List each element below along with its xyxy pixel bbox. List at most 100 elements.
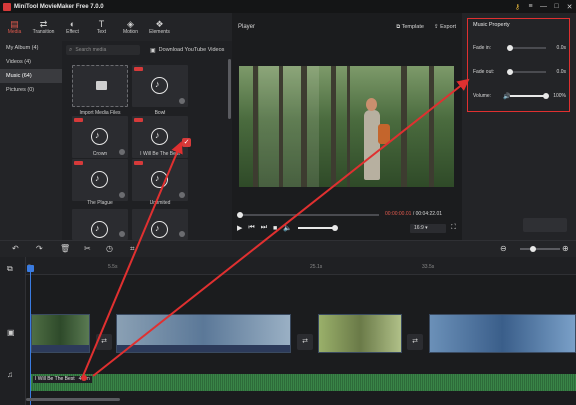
transition-slot[interactable]: ⇄ [96,334,112,350]
play-icon[interactable]: ▶ [237,224,242,232]
timeline-zoom-slider[interactable] [520,246,560,252]
import-media-card[interactable] [72,65,128,107]
download-youtube-label: Download YouTube Videos [158,47,225,53]
timeline-scrollbar[interactable] [26,398,120,401]
volume-icon[interactable]: 🔈 [283,224,292,232]
video-clip[interactable] [31,314,90,353]
menu-icon[interactable]: ≡ [524,3,537,10]
download-icon[interactable] [119,192,125,198]
music-clip-label: I Will Be The Best 4.4m [33,376,92,383]
tree-trunk [253,66,258,187]
music-disc-icon [151,77,168,94]
download-icon[interactable] [179,192,185,198]
media-category-nav: My Album (4) Videos (4) Music (64) Pictu… [0,41,62,240]
app-logo-icon [3,2,11,11]
nav-item-videos[interactable]: Videos (4) [0,55,62,69]
download-icon[interactable] [179,98,185,104]
music-card[interactable] [132,209,188,240]
volume-slider[interactable] [510,93,549,99]
toolbar-motion-label: Motion [122,29,138,35]
tree-trunk [429,66,434,187]
speaker-icon: 🔊 [503,93,511,100]
media-scrollbar[interactable] [228,59,231,119]
close-button[interactable]: ✕ [563,3,576,11]
crop-icon[interactable]: ⌗ [130,244,135,254]
toolbar-effect[interactable]: ◐ Effect [58,13,87,41]
export-button[interactable]: ⇪ Export [434,24,456,31]
music-disc-icon [151,128,168,145]
next-frame-icon[interactable]: ⏭ [261,224,267,232]
transition-slot[interactable]: ⇄ [297,334,313,350]
fade-out-knob[interactable] [507,69,513,75]
music-card-label: The Plague [87,200,113,206]
time-ruler[interactable]: 0s 5.5s 25.1s 33.5s [26,257,576,275]
player-title: Player [238,24,256,30]
nav-item-my-album[interactable]: My Album (4) [0,41,62,55]
music-clip-title: I Will Be The Best [35,376,75,382]
nav-item-pictures[interactable]: Pictures (0) [0,83,62,97]
music-card-label: Crown [92,151,108,157]
fade-in-knob[interactable] [507,45,513,51]
tree-trunk [279,66,283,187]
maximize-button[interactable]: □ [550,3,563,10]
fade-out-slider[interactable] [507,69,546,75]
prev-frame-icon[interactable]: ⏮ [248,224,254,232]
speed-icon[interactable]: ◷ [106,244,113,253]
aspect-ratio-select[interactable]: 16:9 ▾ [410,224,446,233]
video-clip[interactable] [429,314,576,353]
zoom-in-icon[interactable]: ⊕ [562,244,569,253]
reset-button[interactable] [523,218,567,232]
video-preview[interactable] [239,66,454,187]
toolbar-text-label: Text [96,29,107,35]
tree-trunk [331,66,336,187]
download-youtube-button[interactable]: ▣ Download YouTube Videos [150,47,224,54]
clip-audio-strip [32,345,89,352]
delete-icon[interactable]: 🗑 [60,244,70,253]
media-library-panel: ⌕ Search media ▣ Download YouTube Videos… [62,41,232,240]
music-clip[interactable]: I Will Be The Best 4.4m [31,374,576,391]
new-badge [74,161,83,165]
music-card[interactable] [72,209,128,240]
split-icon[interactable]: ✂ [84,244,91,253]
music-card-label: I Will Be The Best [140,151,180,157]
toolbar-motion[interactable]: ◈ Motion [116,13,145,41]
add-track-icon[interactable]: ⧉ [7,264,13,274]
zoom-out-icon[interactable]: ⊖ [500,244,507,253]
toolbar-media[interactable]: ▤ Media [0,13,29,41]
volume-knob[interactable] [543,93,549,99]
music-clip-duration: 4.4m [78,376,90,382]
tree-trunk [301,66,307,187]
music-disc-icon [151,171,168,188]
progress-knob[interactable] [237,212,243,218]
new-badge [134,161,143,165]
nav-item-music[interactable]: Music (64) [0,69,62,83]
toolbar-elements[interactable]: ❖ Elements [145,13,174,41]
player-volume-slider[interactable] [297,225,338,231]
tree-trunk [401,66,407,187]
toolbar-transition-label: Transition [32,29,55,35]
toolbar-media-label: Media [7,29,22,35]
video-clip[interactable] [318,314,402,353]
template-button[interactable]: ⧉ Template [396,24,424,31]
music-disc-icon [151,221,168,238]
music-card-bowl[interactable] [132,65,188,107]
fade-in-slider[interactable] [507,45,546,51]
fullscreen-icon[interactable]: ⛶ [451,224,456,232]
video-clip[interactable] [116,314,291,353]
redo-icon[interactable]: ↷ [36,244,43,253]
download-icon[interactable] [119,231,125,237]
music-card-the-plague[interactable] [72,159,128,201]
selected-check-icon: ✓ [182,138,191,147]
music-card-unlimited[interactable] [132,159,188,201]
activate-key-icon[interactable]: ⚷ [511,3,524,11]
download-icon[interactable] [179,231,185,237]
toolbar-transition[interactable]: ⇄ Transition [29,13,58,41]
undo-icon[interactable]: ↶ [12,244,19,253]
stop-icon[interactable]: ■ [273,225,277,232]
hiker-figure [364,110,380,180]
playback-progress[interactable] [237,212,379,218]
transition-slot[interactable]: ⇄ [407,334,423,350]
toolbar-text[interactable]: T Text [87,13,116,41]
minimize-button[interactable]: — [537,3,550,10]
search-input[interactable]: ⌕ Search media [66,45,140,55]
